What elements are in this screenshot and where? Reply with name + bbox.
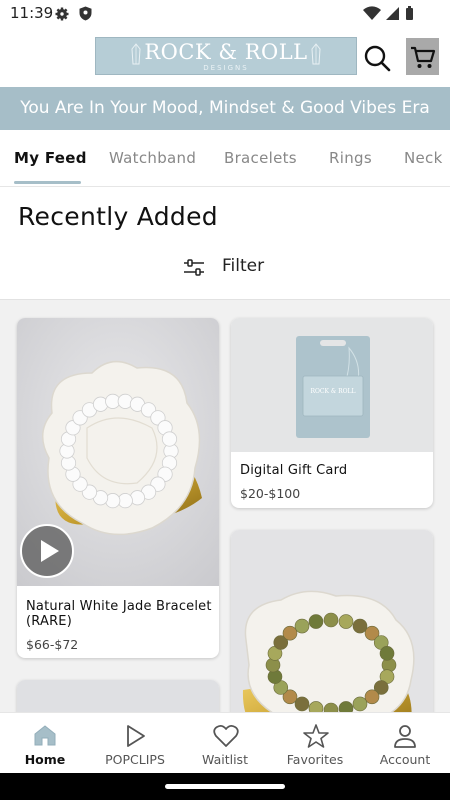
nav-popclips-label: POPCLIPS bbox=[105, 752, 165, 767]
product-price: $66-$72 bbox=[26, 637, 79, 652]
star-icon bbox=[303, 724, 329, 748]
product-name: Digital Gift Card bbox=[240, 463, 348, 478]
crystal-icon bbox=[310, 43, 322, 71]
cart-button[interactable] bbox=[406, 38, 439, 75]
category-tabs: My Feed Watchband Bracelets Rings Neck bbox=[0, 130, 450, 187]
battery-icon bbox=[406, 6, 413, 20]
sliders-icon bbox=[184, 259, 204, 276]
gift-card-logo-text: ROCK & ROLL bbox=[310, 388, 355, 395]
product-name: Natural White Jade Bracelet (RARE) bbox=[26, 599, 212, 629]
search-button[interactable] bbox=[362, 43, 392, 73]
product-card[interactable]: Natural White Jade Bracelet (RARE) $66-$… bbox=[17, 318, 219, 658]
brand-logo[interactable]: ROCK & ROLL DESIGNS bbox=[95, 37, 357, 75]
tab-my-feed[interactable]: My Feed bbox=[14, 149, 87, 167]
settings-gear-icon bbox=[55, 6, 69, 25]
product-image bbox=[17, 680, 219, 712]
promo-banner[interactable]: You Are In Your Mood, Mindset & Good Vib… bbox=[0, 87, 450, 130]
product-image: ROCK & ROLL bbox=[231, 318, 433, 452]
product-card[interactable]: ROCK & ROLL Digital Gift Card $20-$100 bbox=[231, 318, 433, 508]
search-icon bbox=[364, 45, 391, 72]
nav-waitlist-label: Waitlist bbox=[202, 752, 248, 767]
system-navigation-bar bbox=[0, 773, 450, 800]
nav-account-label: Account bbox=[379, 752, 431, 767]
product-card[interactable] bbox=[17, 680, 219, 712]
nav-popclips[interactable]: POPCLIPS bbox=[90, 713, 180, 774]
system-icons bbox=[362, 5, 420, 25]
crystal-icon bbox=[130, 43, 142, 71]
tab-watchband[interactable]: Watchband bbox=[109, 149, 196, 167]
nav-waitlist[interactable]: Waitlist bbox=[180, 713, 270, 774]
play-icon bbox=[127, 725, 145, 747]
app-header: ROCK & ROLL DESIGNS bbox=[0, 27, 450, 87]
signal-icon bbox=[386, 7, 399, 20]
nav-account[interactable]: Account bbox=[360, 713, 450, 774]
wifi-icon bbox=[363, 6, 381, 20]
product-price: $20-$100 bbox=[240, 486, 301, 501]
video-play-button[interactable] bbox=[20, 524, 74, 578]
cart-icon bbox=[411, 46, 436, 68]
nav-favorites[interactable]: Favorites bbox=[270, 713, 360, 774]
tab-rings[interactable]: Rings bbox=[329, 149, 372, 167]
nav-home-label: Home bbox=[24, 752, 66, 767]
shield-icon bbox=[79, 6, 92, 25]
nav-home[interactable]: Home bbox=[0, 713, 90, 774]
status-bar: 11:39 bbox=[0, 0, 450, 27]
product-grid: Natural White Jade Bracelet (RARE) $66-$… bbox=[0, 300, 450, 712]
section-title: Recently Added bbox=[18, 202, 218, 231]
product-image bbox=[231, 530, 433, 712]
status-time: 11:39 bbox=[10, 4, 54, 22]
tab-neck[interactable]: Neck bbox=[404, 149, 443, 167]
person-icon bbox=[394, 725, 416, 748]
filter-label: Filter bbox=[222, 256, 265, 276]
tab-bracelets[interactable]: Bracelets bbox=[224, 149, 297, 167]
heart-icon bbox=[213, 724, 239, 747]
product-card[interactable] bbox=[231, 530, 433, 712]
home-icon bbox=[34, 725, 56, 746]
home-gesture-pill[interactable] bbox=[165, 784, 285, 789]
recently-added-header: Recently Added Filter bbox=[0, 187, 450, 300]
active-tab-indicator bbox=[14, 181, 81, 184]
bottom-navigation: Home POPCLIPS Waitlist Favorites Account bbox=[0, 712, 450, 774]
nav-favorites-label: Favorites bbox=[286, 752, 344, 767]
play-icon bbox=[41, 540, 59, 562]
